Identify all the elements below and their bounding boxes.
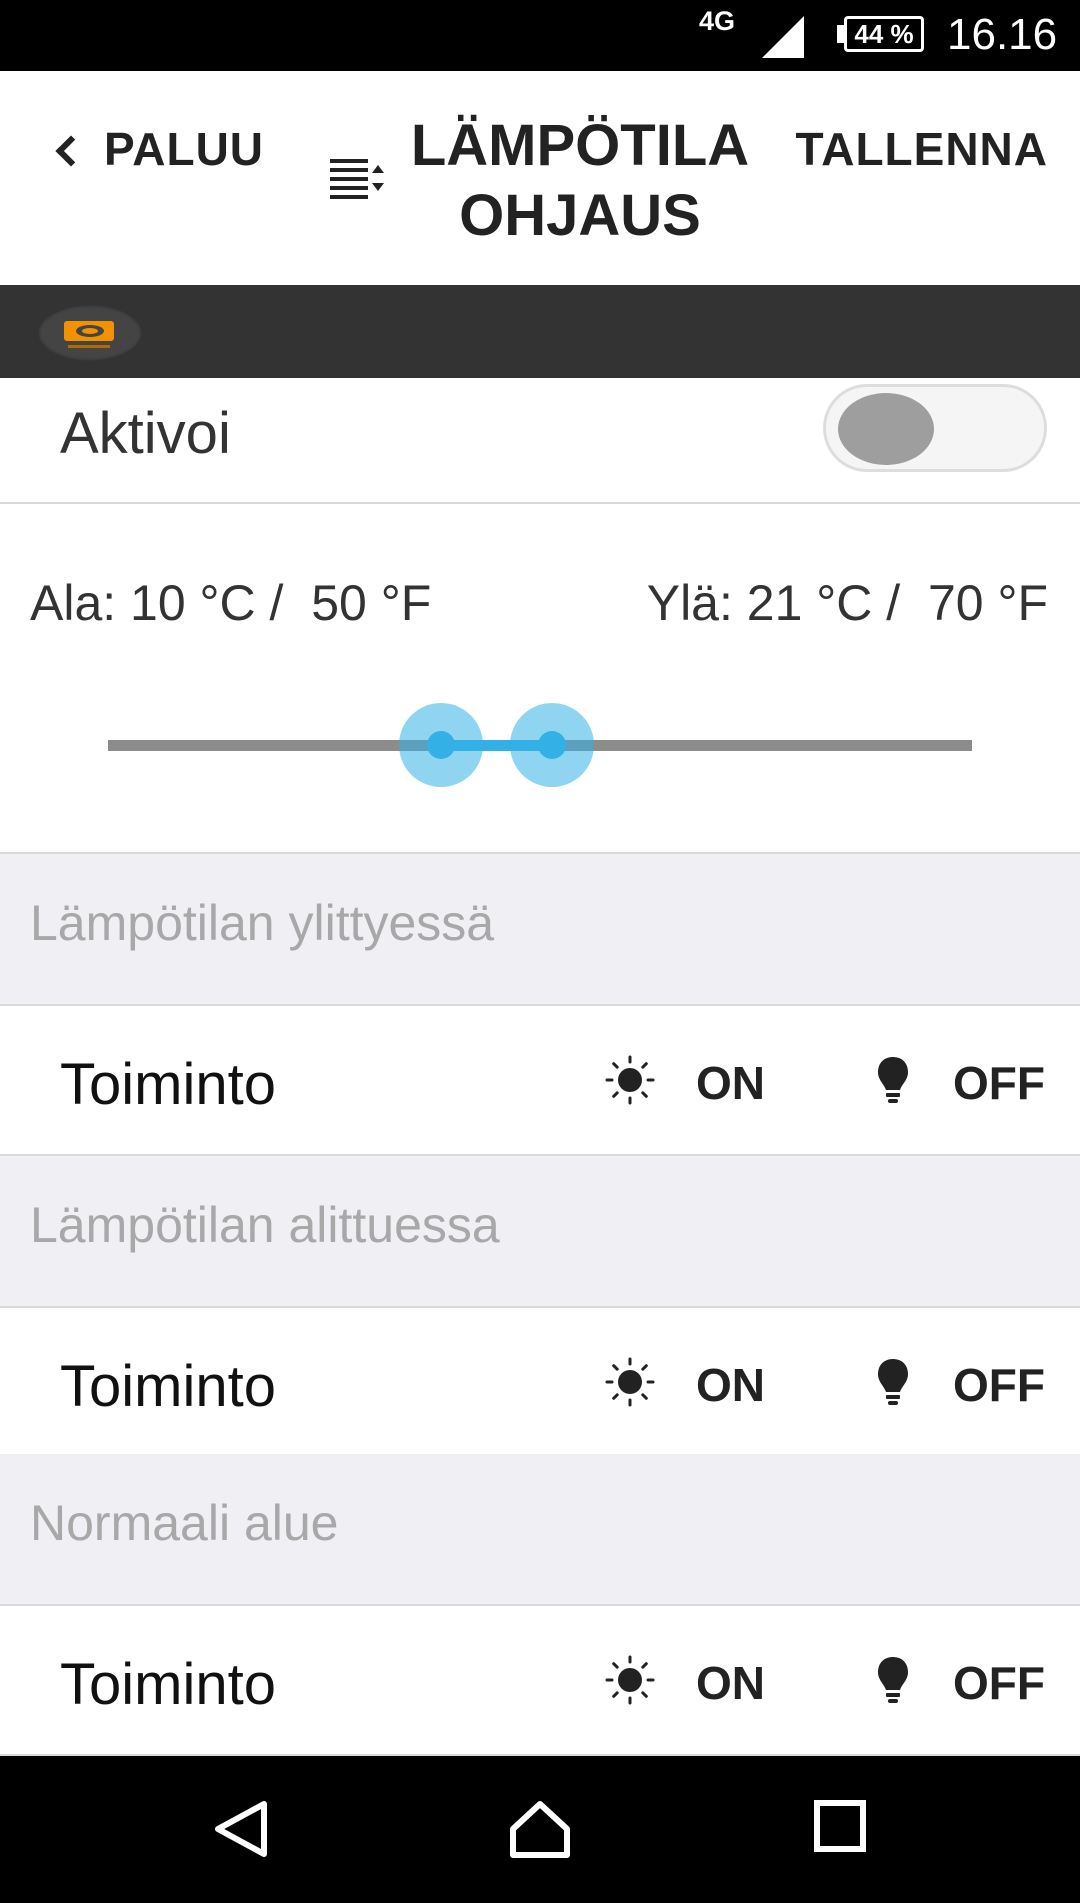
section-title: Normaali alue — [30, 1495, 339, 1551]
page-title: LÄMPÖTILA OHJAUS — [380, 111, 780, 251]
on-label: ON — [696, 1656, 765, 1709]
page-title-line2: OHJAUS — [459, 183, 701, 248]
battery-level: 44 % — [854, 19, 914, 49]
toggle-knob — [838, 393, 934, 465]
network-type: 4G — [699, 6, 736, 36]
slider-thumb-low[interactable] — [398, 703, 483, 787]
activate-row: Aktivoi — [0, 378, 1080, 504]
battery-icon: 44 % — [844, 16, 924, 52]
action-label: Toiminto — [60, 1052, 276, 1117]
range-slider — [0, 504, 1080, 854]
lightbulb-icon — [875, 1356, 911, 1413]
sun-icon — [604, 1054, 656, 1111]
section-header-above: Lämpötilan ylittyessä — [0, 854, 1080, 1006]
section-title: Lämpötilan alittuessa — [30, 1197, 500, 1253]
back-label: PALUU — [104, 123, 265, 175]
lightbulb-icon — [875, 1054, 911, 1111]
header: PALUU LÄMPÖTILA OHJAUS TALLENNA — [0, 71, 1080, 285]
off-option[interactable]: OFF — [875, 1356, 1045, 1413]
recents-square-icon[interactable] — [813, 1799, 867, 1858]
system-nav-bar — [0, 1756, 1080, 1903]
section-header-normal: Normaali alue — [0, 1454, 1080, 1606]
lightbulb-icon — [875, 1654, 911, 1711]
page-title-line1: LÄMPÖTILA — [410, 113, 750, 178]
battery-nub — [837, 25, 844, 43]
action-label: Toiminto — [60, 1354, 276, 1419]
on-label: ON — [696, 1056, 765, 1109]
brand-logo-icon — [38, 305, 142, 361]
signal-icon — [760, 14, 806, 65]
slider-thumb-high[interactable] — [510, 703, 595, 787]
save-button[interactable]: TALLENNA — [796, 119, 1048, 179]
sun-icon — [604, 1654, 656, 1711]
on-option[interactable]: ON — [604, 1054, 765, 1111]
temperature-range: Ala: 10 °C / 50 °F Ylä: 21 °C / 70 °F — [0, 504, 1080, 854]
sun-icon — [604, 1356, 656, 1413]
off-label: OFF — [953, 1656, 1045, 1709]
off-label: OFF — [953, 1056, 1045, 1109]
sort-list-icon[interactable] — [330, 159, 386, 204]
off-option[interactable]: OFF — [875, 1054, 1045, 1111]
activate-label: Aktivoi — [60, 401, 231, 466]
action-row-below: Toiminto ON OFF — [0, 1308, 1080, 1458]
on-option[interactable]: ON — [604, 1654, 765, 1711]
back-triangle-icon[interactable] — [210, 1799, 270, 1864]
activate-toggle[interactable] — [823, 384, 1047, 472]
clock: 16.16 — [947, 10, 1058, 59]
section-title: Lämpötilan ylittyessä — [30, 895, 495, 951]
action-label: Toiminto — [60, 1652, 276, 1717]
on-label: ON — [696, 1358, 765, 1411]
status-bar: 4G 44 % 16.16 — [0, 0, 1080, 71]
section-header-below: Lämpötilan alittuessa — [0, 1156, 1080, 1308]
action-row-normal: Toiminto ON OFF — [0, 1606, 1080, 1756]
off-option[interactable]: OFF — [875, 1654, 1045, 1711]
brand-strip — [0, 285, 1080, 378]
on-option[interactable]: ON — [604, 1356, 765, 1413]
home-icon[interactable] — [508, 1799, 572, 1864]
action-row-above: Toiminto ON OFF — [0, 1006, 1080, 1156]
save-label: TALLENNA — [795, 123, 1048, 175]
back-button[interactable]: PALUU — [55, 119, 265, 179]
chevron-left-icon — [55, 135, 87, 167]
off-label: OFF — [953, 1358, 1045, 1411]
